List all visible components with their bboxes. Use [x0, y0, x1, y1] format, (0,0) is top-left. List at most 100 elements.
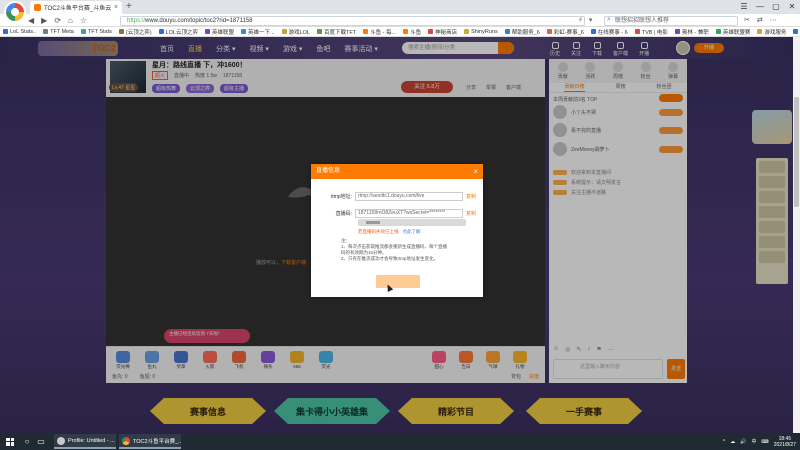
bookmark-favicon-icon	[634, 29, 640, 34]
bookmark-favicon-icon	[363, 29, 369, 34]
window-controls: ☰ — ▢ ✕	[736, 0, 800, 13]
stream-key-field[interactable]: 1871158rnO8ZeuXT?wsSecret=********	[355, 209, 463, 218]
bookmark-favicon-icon	[757, 29, 763, 34]
bookmark-item[interactable]: 斗鱼	[403, 28, 421, 36]
lightning-icon[interactable]: ⚡	[578, 16, 583, 24]
back-icon[interactable]: ◀	[28, 16, 34, 25]
close-window-icon[interactable]: ✕	[784, 0, 800, 13]
url-scheme: https://	[127, 18, 146, 24]
bookmark-favicon-icon	[316, 29, 322, 34]
system-tray: ^ ☁ 🔊 中 ⌨ 18:45 2021/8/27	[723, 433, 796, 450]
bookmark-item[interactable]: LOL云顶之弈	[158, 28, 198, 36]
confirm-button[interactable]	[376, 275, 420, 288]
clock-date: 2021/8/27	[773, 441, 796, 448]
new-tab-button[interactable]: +	[126, 1, 132, 12]
copy-rtmp-button[interactable]: 复制	[466, 193, 476, 200]
obs-icon	[57, 436, 65, 445]
bookmark-item[interactable]: 在线赛事 - 6	[590, 28, 628, 36]
bookmark-item[interactable]: (云顶之弈)	[118, 28, 152, 36]
bookmark-item[interactable]: 奥林 - 兼职	[674, 28, 709, 36]
bookmark-item[interactable]: ShinyRuns	[464, 29, 498, 35]
bookmark-item[interactable]: 神秘商店	[428, 28, 457, 36]
browser-tools: ✂ ⇄ ⋯	[744, 16, 777, 24]
menu-icon[interactable]: ☰	[736, 0, 752, 13]
bookmark-item[interactable]: TFT Stats	[80, 28, 112, 35]
more-icon[interactable]: ⋯	[770, 16, 777, 24]
reload-icon[interactable]: ⟳	[54, 16, 61, 25]
keyboard-icon[interactable]: ⌨	[762, 439, 769, 445]
bookmark-favicon-icon	[240, 29, 246, 34]
search-icon[interactable]: ○	[20, 437, 34, 446]
tab-close-icon[interactable]: ×	[114, 4, 118, 11]
bookmark-item[interactable]: 游戏服务	[757, 28, 786, 36]
bookmark-label: TFT Stats	[87, 28, 112, 35]
bookmark-favicon-icon	[43, 29, 49, 34]
stream-info-dialog: 直播信息 × rtmp地址: rtmp://sendtc1.douyu.com/…	[311, 164, 483, 297]
bookmark-favicon-icon	[715, 29, 721, 34]
bookmark-favicon-icon	[428, 29, 434, 34]
dropdown-icon[interactable]: ▾	[589, 16, 593, 24]
tray-overflow-icon[interactable]: ^	[723, 439, 725, 445]
bookmark-item[interactable]: 斗鱼 - 每...	[363, 28, 396, 36]
bookmark-label: TFT Meta	[50, 28, 74, 35]
dialog-notes: 注： 1、每次点击获取推流都会重新生成直播码，每个直播 码的有效期为15分钟。 …	[341, 238, 477, 262]
ime-icon[interactable]: 中	[752, 438, 757, 445]
bookmark-label: 游戏LOL	[288, 29, 310, 36]
browser-search-input[interactable]: 联想招招联想人推荐	[604, 16, 738, 26]
bookmark-item[interactable]: 游戏LOL	[281, 28, 310, 36]
rtmp-field[interactable]: rtmp://sendtc1.douyu.com/live	[355, 192, 463, 201]
nav-buttons: ◀ ▶ ⟳ ⌂ ☆	[28, 16, 87, 25]
taskbar-app-obs[interactable]: Profile: Untitled - ...	[54, 434, 116, 449]
bookmark-item[interactable]: LoL Stats..	[3, 29, 36, 35]
bookmark-item[interactable]: 彩虹-赛事_6	[546, 28, 584, 36]
volume-icon[interactable]: 🔊	[740, 439, 746, 445]
browser-logo-icon[interactable]	[4, 1, 26, 23]
bookmark-favicon-icon	[546, 29, 552, 34]
bookmark-item[interactable]: (Super)奔跑	[793, 28, 800, 36]
page-scrollbar[interactable]	[793, 37, 800, 433]
clock[interactable]: 18:45 2021/8/27	[774, 436, 796, 448]
bookmark-item[interactable]: 帮助服务_6	[504, 28, 540, 36]
minimize-icon[interactable]: —	[752, 0, 768, 13]
url-input[interactable]: https://www.douyu.com/topic/toc2?rid=187…	[120, 16, 585, 26]
bookmark-star-icon[interactable]: ☆	[80, 16, 87, 25]
bookmark-item[interactable]: TVB | 电影	[634, 28, 668, 36]
bookmark-item[interactable]: 英雄联盟	[204, 28, 234, 36]
bookmark-label: 英雄联盟	[211, 29, 234, 36]
bookmarks-bar: LoL Stats.. TFT Meta TFT Stats (云顶之弈) LOL云顶之…	[0, 27, 800, 37]
scissors-icon[interactable]: ✂	[744, 16, 750, 24]
bookmark-label: (云顶之弈)	[125, 29, 152, 36]
bookmark-favicon-icon	[204, 29, 210, 34]
copy-key-button[interactable]: 复制	[466, 210, 476, 217]
forward-icon[interactable]: ▶	[41, 16, 47, 25]
bookmark-label: 神秘商店	[435, 29, 458, 36]
bookmark-label: 英雄一下...	[247, 29, 275, 36]
douyu-favicon-icon	[34, 4, 41, 11]
bookmark-favicon-icon	[590, 29, 596, 34]
task-view-icon[interactable]: ▭	[34, 437, 48, 446]
home-icon[interactable]: ⌂	[68, 16, 73, 25]
rtmp-label: rtmp地址:	[330, 194, 352, 200]
learn-more-link[interactable]: 点此了解	[403, 229, 421, 234]
bookmark-item[interactable]: TFT Meta	[43, 29, 74, 35]
bookmark-favicon-icon	[158, 29, 164, 34]
maximize-icon[interactable]: ▢	[768, 0, 784, 13]
taskbar-apps: Profile: Untitled - ... TOC2斗鱼平台赛_...	[54, 434, 181, 449]
address-bar-row: ◀ ▶ ⟳ ⌂ ☆ https://www.douyu.com/topic/to…	[0, 14, 800, 27]
bookmark-favicon-icon	[464, 29, 470, 34]
stream-key-mask	[358, 219, 466, 226]
bookmark-item[interactable]: 英雄一下...	[240, 28, 275, 36]
sync-icon[interactable]: ⇄	[757, 16, 763, 24]
bookmark-item[interactable]: 百度下载TFT	[316, 28, 357, 36]
bookmark-label: 彩虹-赛事_6	[553, 29, 584, 36]
start-button[interactable]	[0, 437, 20, 446]
network-icon[interactable]: ☁	[730, 439, 735, 445]
bookmark-label: TVB | 电影	[641, 29, 668, 36]
url-icons: ⚡ ▾	[578, 16, 592, 24]
bookmark-label: 百度下载TFT	[323, 29, 357, 36]
bookmark-item[interactable]: 英雄联盟赛	[715, 28, 750, 36]
taskbar-app-browser[interactable]: TOC2斗鱼平台赛_...	[119, 434, 181, 449]
dialog-close-icon[interactable]: ×	[473, 164, 478, 179]
scrollbar-thumb[interactable]	[794, 97, 799, 207]
browser-tab[interactable]: TOC2斗鱼平台赛_斗鱼云顶之弈 ×	[30, 1, 122, 14]
